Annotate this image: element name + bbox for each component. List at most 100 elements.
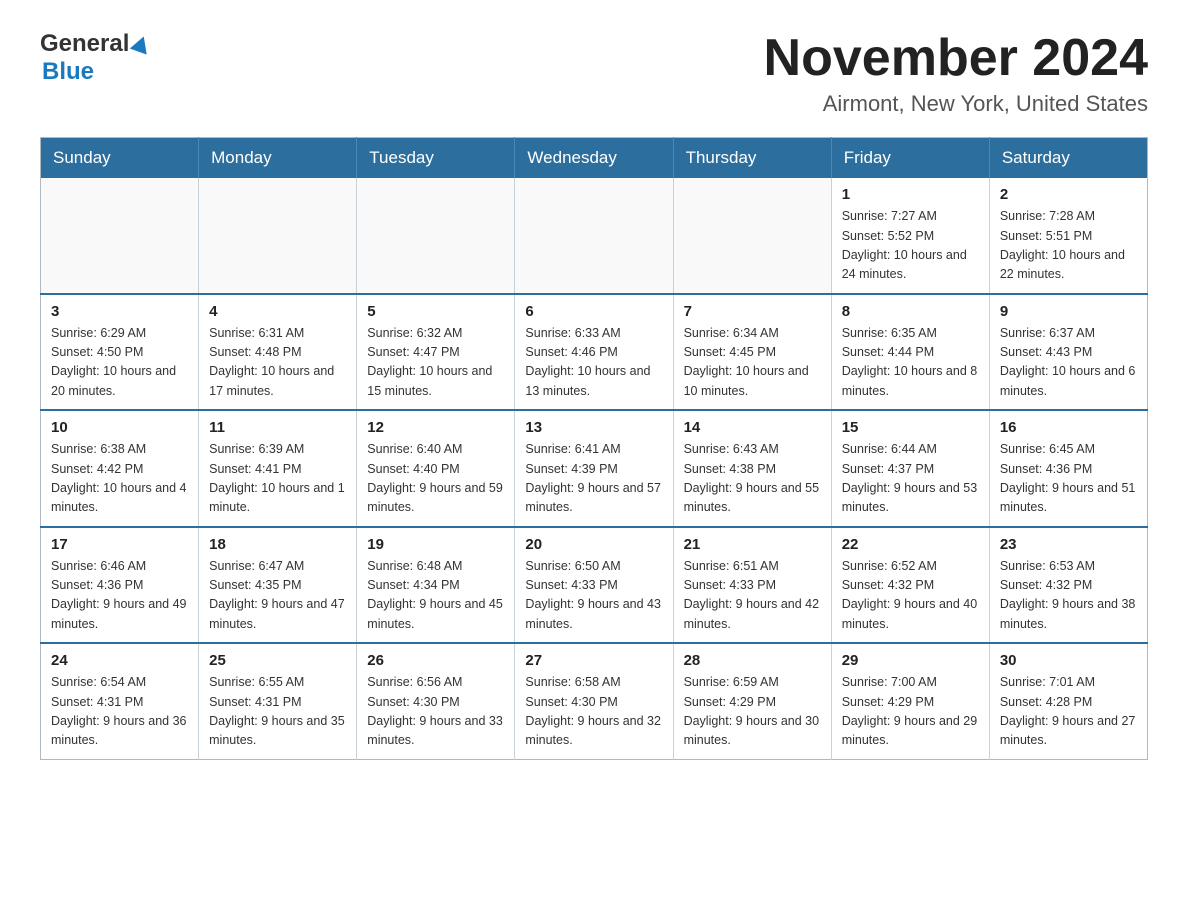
day-number: 18: [209, 536, 346, 553]
calendar-day-cell: 17Sunrise: 6:46 AM Sunset: 4:36 PM Dayli…: [41, 527, 199, 644]
day-info: Sunrise: 6:54 AM Sunset: 4:31 PM Dayligh…: [51, 673, 188, 751]
calendar-day-cell: 2 Sunrise: 7:28 AM Sunset: 5:51 PM Daylig…: [989, 178, 1147, 294]
day-info: Sunrise: 6:46 AM Sunset: 4:36 PM Dayligh…: [51, 557, 188, 635]
logo: General Blue: [40, 30, 150, 86]
day-number: 3: [51, 303, 188, 320]
day-info: Sunrise: 6:51 AM Sunset: 4:33 PM Dayligh…: [684, 557, 821, 635]
title-area: November 2024 Airmont, New York, United …: [764, 30, 1148, 117]
calendar-header: SundayMondayTuesdayWednesdayThursdayFrid…: [41, 138, 1148, 179]
day-info: Sunrise: 7:00 AM Sunset: 4:29 PM Dayligh…: [842, 673, 979, 751]
day-of-week-header: Saturday: [989, 138, 1147, 179]
day-info: Sunrise: 6:39 AM Sunset: 4:41 PM Dayligh…: [209, 440, 346, 518]
day-number: 10: [51, 419, 188, 436]
calendar-week-row: 24 Sunrise: 6:54 AM Sunset: 4:31 PM Dayli…: [41, 643, 1148, 759]
day-info: Sunrise: 6:32 AM Sunset: 4:47 PM Dayligh…: [367, 324, 504, 402]
calendar-day-cell: 21 Sunrise: 6:51 AM Sunset: 4:33 PM Dayli…: [673, 527, 831, 644]
calendar-day-cell: 22 Sunrise: 6:52 AM Sunset: 4:32 PM Dayli…: [831, 527, 989, 644]
day-number: 29: [842, 652, 979, 669]
calendar-day-cell: [357, 178, 515, 294]
day-info: Sunrise: 6:41 AM Sunset: 4:39 PM Dayligh…: [525, 440, 662, 518]
calendar-day-cell: 5 Sunrise: 6:32 AM Sunset: 4:47 PM Daylig…: [357, 294, 515, 411]
calendar-week-row: 10 Sunrise: 6:38 AM Sunset: 4:42 PM Dayli…: [41, 410, 1148, 527]
day-number: 9: [1000, 303, 1137, 320]
day-number: 16: [1000, 419, 1137, 436]
day-of-week-header: Monday: [199, 138, 357, 179]
day-number: 27: [525, 652, 662, 669]
day-info: Sunrise: 6:59 AM Sunset: 4:29 PM Dayligh…: [684, 673, 821, 751]
day-info: Sunrise: 7:01 AM Sunset: 4:28 PM Dayligh…: [1000, 673, 1137, 751]
day-info: Sunrise: 6:34 AM Sunset: 4:45 PM Dayligh…: [684, 324, 821, 402]
calendar-day-cell: 13 Sunrise: 6:41 AM Sunset: 4:39 PM Dayli…: [515, 410, 673, 527]
day-of-week-header: Thursday: [673, 138, 831, 179]
day-of-week-header: Wednesday: [515, 138, 673, 179]
calendar-day-cell: 10 Sunrise: 6:38 AM Sunset: 4:42 PM Dayli…: [41, 410, 199, 527]
day-info: Sunrise: 6:33 AM Sunset: 4:46 PM Dayligh…: [525, 324, 662, 402]
day-number: 30: [1000, 652, 1137, 669]
day-number: 2: [1000, 186, 1137, 203]
calendar-day-cell: 23 Sunrise: 6:53 AM Sunset: 4:32 PM Dayli…: [989, 527, 1147, 644]
day-of-week-header: Sunday: [41, 138, 199, 179]
day-info: Sunrise: 6:31 AM Sunset: 4:48 PM Dayligh…: [209, 324, 346, 402]
day-number: 28: [684, 652, 821, 669]
calendar-day-cell: 4 Sunrise: 6:31 AM Sunset: 4:48 PM Daylig…: [199, 294, 357, 411]
day-number: 12: [367, 419, 504, 436]
day-number: 21: [684, 536, 821, 553]
calendar-day-cell: 11 Sunrise: 6:39 AM Sunset: 4:41 PM Dayli…: [199, 410, 357, 527]
calendar-day-cell: 27 Sunrise: 6:58 AM Sunset: 4:30 PM Dayli…: [515, 643, 673, 759]
calendar-day-cell: 1 Sunrise: 7:27 AM Sunset: 5:52 PM Daylig…: [831, 178, 989, 294]
day-number: 1: [842, 186, 979, 203]
day-info: Sunrise: 6:43 AM Sunset: 4:38 PM Dayligh…: [684, 440, 821, 518]
calendar-day-cell: 19Sunrise: 6:48 AM Sunset: 4:34 PM Dayli…: [357, 527, 515, 644]
day-info: Sunrise: 6:50 AM Sunset: 4:33 PM Dayligh…: [525, 557, 662, 635]
day-number: 24: [51, 652, 188, 669]
day-number: 11: [209, 419, 346, 436]
calendar-day-cell: 26Sunrise: 6:56 AM Sunset: 4:30 PM Dayli…: [357, 643, 515, 759]
day-number: 23: [1000, 536, 1137, 553]
day-number: 13: [525, 419, 662, 436]
day-of-week-header: Tuesday: [357, 138, 515, 179]
calendar-day-cell: 30 Sunrise: 7:01 AM Sunset: 4:28 PM Dayli…: [989, 643, 1147, 759]
calendar-day-cell: [41, 178, 199, 294]
day-info: Sunrise: 7:27 AM Sunset: 5:52 PM Dayligh…: [842, 207, 979, 285]
calendar-day-cell: [673, 178, 831, 294]
day-info: Sunrise: 7:28 AM Sunset: 5:51 PM Dayligh…: [1000, 207, 1137, 285]
day-info: Sunrise: 6:55 AM Sunset: 4:31 PM Dayligh…: [209, 673, 346, 751]
day-number: 4: [209, 303, 346, 320]
calendar-week-row: 1 Sunrise: 7:27 AM Sunset: 5:52 PM Daylig…: [41, 178, 1148, 294]
day-info: Sunrise: 6:45 AM Sunset: 4:36 PM Dayligh…: [1000, 440, 1137, 518]
day-info: Sunrise: 6:48 AM Sunset: 4:34 PM Dayligh…: [367, 557, 504, 635]
calendar-day-cell: 25Sunrise: 6:55 AM Sunset: 4:31 PM Dayli…: [199, 643, 357, 759]
day-number: 22: [842, 536, 979, 553]
day-info: Sunrise: 6:38 AM Sunset: 4:42 PM Dayligh…: [51, 440, 188, 518]
day-info: Sunrise: 6:56 AM Sunset: 4:30 PM Dayligh…: [367, 673, 504, 751]
calendar-day-cell: [515, 178, 673, 294]
calendar-day-cell: 6 Sunrise: 6:33 AM Sunset: 4:46 PM Daylig…: [515, 294, 673, 411]
day-info: Sunrise: 6:29 AM Sunset: 4:50 PM Dayligh…: [51, 324, 188, 402]
calendar-day-cell: 28 Sunrise: 6:59 AM Sunset: 4:29 PM Dayli…: [673, 643, 831, 759]
day-info: Sunrise: 6:40 AM Sunset: 4:40 PM Dayligh…: [367, 440, 504, 518]
day-number: 8: [842, 303, 979, 320]
logo-blue-text: Blue: [42, 58, 94, 86]
calendar-day-cell: [199, 178, 357, 294]
calendar-day-cell: 18Sunrise: 6:47 AM Sunset: 4:35 PM Dayli…: [199, 527, 357, 644]
calendar-day-cell: 12 Sunrise: 6:40 AM Sunset: 4:40 PM Dayli…: [357, 410, 515, 527]
calendar-day-cell: 14 Sunrise: 6:43 AM Sunset: 4:38 PM Dayli…: [673, 410, 831, 527]
day-number: 14: [684, 419, 821, 436]
day-info: Sunrise: 6:44 AM Sunset: 4:37 PM Dayligh…: [842, 440, 979, 518]
calendar-day-cell: 15 Sunrise: 6:44 AM Sunset: 4:37 PM Dayli…: [831, 410, 989, 527]
calendar-day-cell: 9Sunrise: 6:37 AM Sunset: 4:43 PM Daylig…: [989, 294, 1147, 411]
logo-triangle-icon: [130, 33, 152, 54]
day-number: 15: [842, 419, 979, 436]
day-number: 6: [525, 303, 662, 320]
page-header: General Blue November 2024 Airmont, New …: [40, 30, 1148, 117]
calendar-week-row: 17Sunrise: 6:46 AM Sunset: 4:36 PM Dayli…: [41, 527, 1148, 644]
logo-general-text: General: [40, 30, 129, 58]
day-number: 5: [367, 303, 504, 320]
location-title: Airmont, New York, United States: [764, 91, 1148, 117]
day-info: Sunrise: 6:52 AM Sunset: 4:32 PM Dayligh…: [842, 557, 979, 635]
day-info: Sunrise: 6:53 AM Sunset: 4:32 PM Dayligh…: [1000, 557, 1137, 635]
day-of-week-header: Friday: [831, 138, 989, 179]
day-info: Sunrise: 6:58 AM Sunset: 4:30 PM Dayligh…: [525, 673, 662, 751]
calendar-day-cell: 20Sunrise: 6:50 AM Sunset: 4:33 PM Dayli…: [515, 527, 673, 644]
calendar-day-cell: 8Sunrise: 6:35 AM Sunset: 4:44 PM Daylig…: [831, 294, 989, 411]
